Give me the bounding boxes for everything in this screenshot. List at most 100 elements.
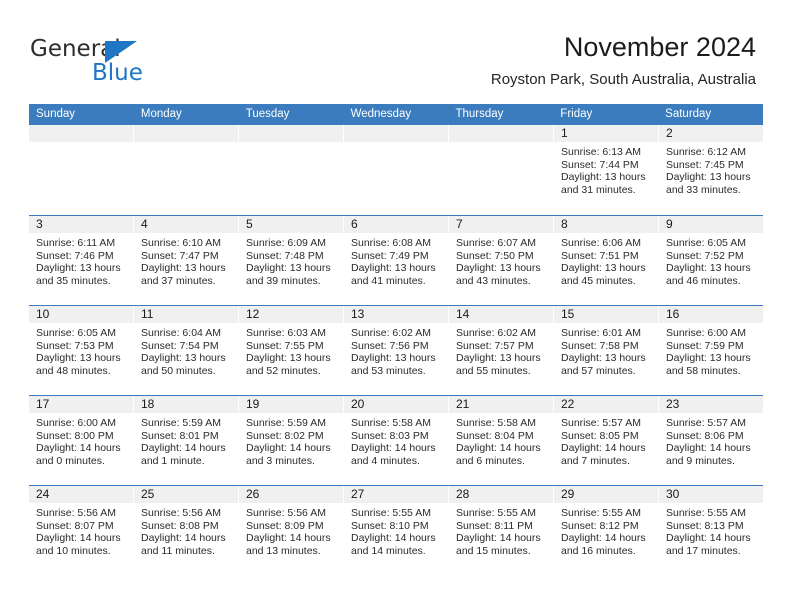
- day-number: 8: [561, 217, 568, 231]
- calendar-day-cell[interactable]: 25 Sunrise: 5:56 AM Sunset: 8:08 PM Dayligh…: [134, 486, 239, 575]
- day-number: 27: [351, 487, 365, 501]
- calendar-weeks: 1 Sunrise: 6:13 AM Sunset: 7:44 PM Daylight…: [29, 125, 763, 575]
- calendar-day-cell[interactable]: 24 Sunrise: 5:56 AM Sunset: 8:07 PM Dayligh…: [29, 486, 134, 575]
- page-header: General Blue November 2024 Royston Park,…: [0, 0, 792, 100]
- day-number-band: [344, 125, 448, 142]
- calendar-day-cell[interactable]: 15 Sunrise: 6:01 AM Sunset: 7:58 PM Dayligh…: [554, 306, 659, 395]
- day-details: Sunrise: 5:56 AM Sunset: 8:09 PM Daylight:…: [239, 503, 343, 557]
- logo-text-blue: Blue: [92, 60, 143, 86]
- calendar-day-cell[interactable]: 1 Sunrise: 6:13 AM Sunset: 7:44 PM Daylight…: [554, 125, 659, 215]
- day-number: 11: [141, 307, 154, 321]
- calendar-day-cell[interactable]: 19 Sunrise: 5:59 AM Sunset: 8:02 PM Dayligh…: [239, 396, 344, 485]
- calendar-day-cell[interactable]: 28 Sunrise: 5:55 AM Sunset: 8:11 PM Dayligh…: [449, 486, 554, 575]
- sunset-text: Sunset: 8:11 PM: [456, 519, 533, 532]
- calendar-day-cell[interactable]: 8 Sunrise: 6:06 AM Sunset: 7:51 PM Daylight…: [554, 216, 659, 305]
- sunset-text: Sunset: 7:55 PM: [246, 339, 324, 352]
- day-details: Sunrise: 6:00 AM Sunset: 7:59 PM Daylight:…: [659, 323, 763, 377]
- daylight-text-line2: and 6 minutes.: [456, 454, 525, 467]
- day-number: 5: [246, 217, 253, 231]
- calendar-day-cell[interactable]: 30 Sunrise: 5:55 AM Sunset: 8:13 PM Dayligh…: [659, 486, 763, 575]
- sunset-text: Sunset: 7:50 PM: [456, 249, 534, 262]
- day-number-band: 22: [554, 396, 658, 413]
- day-number-band: [449, 125, 553, 142]
- calendar-day-cell-empty: [344, 125, 449, 215]
- day-number-band: 29: [554, 486, 658, 503]
- day-number: 9: [666, 217, 673, 231]
- day-number: 10: [36, 307, 50, 321]
- daylight-text-line1: Daylight: 14 hours: [141, 532, 226, 545]
- calendar-day-cell[interactable]: 29 Sunrise: 5:55 AM Sunset: 8:12 PM Dayligh…: [554, 486, 659, 575]
- sunset-text: Sunset: 7:53 PM: [36, 339, 114, 352]
- daylight-text-line2: and 13 minutes.: [246, 544, 321, 557]
- daylight-text-line2: and 31 minutes.: [561, 183, 636, 196]
- calendar-day-cell-empty: [449, 125, 554, 215]
- calendar-day-cell[interactable]: 3 Sunrise: 6:11 AM Sunset: 7:46 PM Daylight…: [29, 216, 134, 305]
- sunrise-text: Sunrise: 6:02 AM: [456, 327, 536, 339]
- calendar-day-cell[interactable]: 6 Sunrise: 6:08 AM Sunset: 7:49 PM Daylight…: [344, 216, 449, 305]
- calendar-day-cell[interactable]: 2 Sunrise: 6:12 AM Sunset: 7:45 PM Daylight…: [659, 125, 763, 215]
- day-details: Sunrise: 6:08 AM Sunset: 7:49 PM Daylight:…: [344, 233, 448, 287]
- sunset-text: Sunset: 8:03 PM: [351, 429, 429, 442]
- calendar-day-cell[interactable]: 7 Sunrise: 6:07 AM Sunset: 7:50 PM Daylight…: [449, 216, 554, 305]
- calendar-day-cell[interactable]: 9 Sunrise: 6:05 AM Sunset: 7:52 PM Daylight…: [659, 216, 763, 305]
- day-number-band: [29, 125, 133, 142]
- day-number: 7: [456, 217, 463, 231]
- calendar-week-row: 24 Sunrise: 5:56 AM Sunset: 8:07 PM Dayligh…: [29, 485, 763, 575]
- daylight-text-line1: Daylight: 14 hours: [666, 532, 751, 545]
- sunset-text: Sunset: 7:48 PM: [246, 249, 324, 262]
- calendar-day-cell[interactable]: 16 Sunrise: 6:00 AM Sunset: 7:59 PM Dayligh…: [659, 306, 763, 395]
- sunset-text: Sunset: 8:06 PM: [666, 429, 744, 442]
- daylight-text-line1: Daylight: 13 hours: [666, 352, 751, 365]
- sunrise-text: Sunrise: 5:59 AM: [141, 417, 221, 429]
- day-details: Sunrise: 6:04 AM Sunset: 7:54 PM Daylight:…: [134, 323, 238, 377]
- day-details: Sunrise: 6:10 AM Sunset: 7:47 PM Daylight:…: [134, 233, 238, 287]
- day-number-band: 8: [554, 216, 658, 233]
- calendar-day-cell[interactable]: 4 Sunrise: 6:10 AM Sunset: 7:47 PM Daylight…: [134, 216, 239, 305]
- day-details: Sunrise: 5:56 AM Sunset: 8:08 PM Daylight:…: [134, 503, 238, 557]
- calendar-day-cell[interactable]: 17 Sunrise: 6:00 AM Sunset: 8:00 PM Dayligh…: [29, 396, 134, 485]
- generalblue-logo[interactable]: General Blue: [30, 36, 210, 90]
- sunset-text: Sunset: 8:01 PM: [141, 429, 219, 442]
- day-number-band: 23: [659, 396, 763, 413]
- day-number-band: 26: [239, 486, 343, 503]
- day-details: Sunrise: 6:11 AM Sunset: 7:46 PM Daylight:…: [29, 233, 133, 287]
- daylight-text-line2: and 58 minutes.: [666, 364, 741, 377]
- calendar-day-cell[interactable]: 21 Sunrise: 5:58 AM Sunset: 8:04 PM Dayligh…: [449, 396, 554, 485]
- calendar-day-cell[interactable]: 22 Sunrise: 5:57 AM Sunset: 8:05 PM Dayligh…: [554, 396, 659, 485]
- calendar-day-cell[interactable]: 12 Sunrise: 6:03 AM Sunset: 7:55 PM Dayligh…: [239, 306, 344, 395]
- daylight-text-line1: Daylight: 14 hours: [351, 442, 436, 455]
- calendar-day-cell[interactable]: 14 Sunrise: 6:02 AM Sunset: 7:57 PM Dayligh…: [449, 306, 554, 395]
- calendar-day-cell[interactable]: 20 Sunrise: 5:58 AM Sunset: 8:03 PM Dayligh…: [344, 396, 449, 485]
- calendar-day-cell[interactable]: 26 Sunrise: 5:56 AM Sunset: 8:09 PM Dayligh…: [239, 486, 344, 575]
- day-number-band: 3: [29, 216, 133, 233]
- daylight-text-line2: and 10 minutes.: [36, 544, 111, 557]
- day-number-band: 9: [659, 216, 763, 233]
- day-number-band: 28: [449, 486, 553, 503]
- calendar-day-cell[interactable]: 11 Sunrise: 6:04 AM Sunset: 7:54 PM Dayligh…: [134, 306, 239, 395]
- daylight-text-line1: Daylight: 13 hours: [561, 262, 646, 275]
- calendar-day-cell[interactable]: 27 Sunrise: 5:55 AM Sunset: 8:10 PM Dayligh…: [344, 486, 449, 575]
- day-number-band: 12: [239, 306, 343, 323]
- calendar-day-cell[interactable]: 13 Sunrise: 6:02 AM Sunset: 7:56 PM Dayligh…: [344, 306, 449, 395]
- day-details: Sunrise: 6:12 AM Sunset: 7:45 PM Daylight:…: [659, 142, 763, 196]
- sunset-text: Sunset: 8:07 PM: [36, 519, 114, 532]
- day-number: 18: [141, 397, 155, 411]
- day-details: Sunrise: 5:55 AM Sunset: 8:12 PM Daylight:…: [554, 503, 658, 557]
- calendar-page: General Blue November 2024 Royston Park,…: [0, 0, 792, 612]
- daylight-text-line1: Daylight: 13 hours: [36, 352, 121, 365]
- daylight-text-line2: and 17 minutes.: [666, 544, 741, 557]
- calendar-day-cell[interactable]: 23 Sunrise: 5:57 AM Sunset: 8:06 PM Dayligh…: [659, 396, 763, 485]
- calendar-day-cell[interactable]: 5 Sunrise: 6:09 AM Sunset: 7:48 PM Daylight…: [239, 216, 344, 305]
- day-number-band: 27: [344, 486, 448, 503]
- daylight-text-line1: Daylight: 14 hours: [666, 442, 751, 455]
- daylight-text-line1: Daylight: 14 hours: [561, 532, 646, 545]
- day-number-band: 19: [239, 396, 343, 413]
- sunset-text: Sunset: 7:47 PM: [141, 249, 219, 262]
- day-number: 14: [456, 307, 470, 321]
- day-details: Sunrise: 5:57 AM Sunset: 8:05 PM Daylight:…: [554, 413, 658, 467]
- calendar-day-cell[interactable]: 18 Sunrise: 5:59 AM Sunset: 8:01 PM Dayligh…: [134, 396, 239, 485]
- daylight-text-line1: Daylight: 14 hours: [36, 442, 121, 455]
- calendar-day-cell[interactable]: 10 Sunrise: 6:05 AM Sunset: 7:53 PM Dayligh…: [29, 306, 134, 395]
- daylight-text-line2: and 33 minutes.: [666, 183, 741, 196]
- sunset-text: Sunset: 7:59 PM: [666, 339, 744, 352]
